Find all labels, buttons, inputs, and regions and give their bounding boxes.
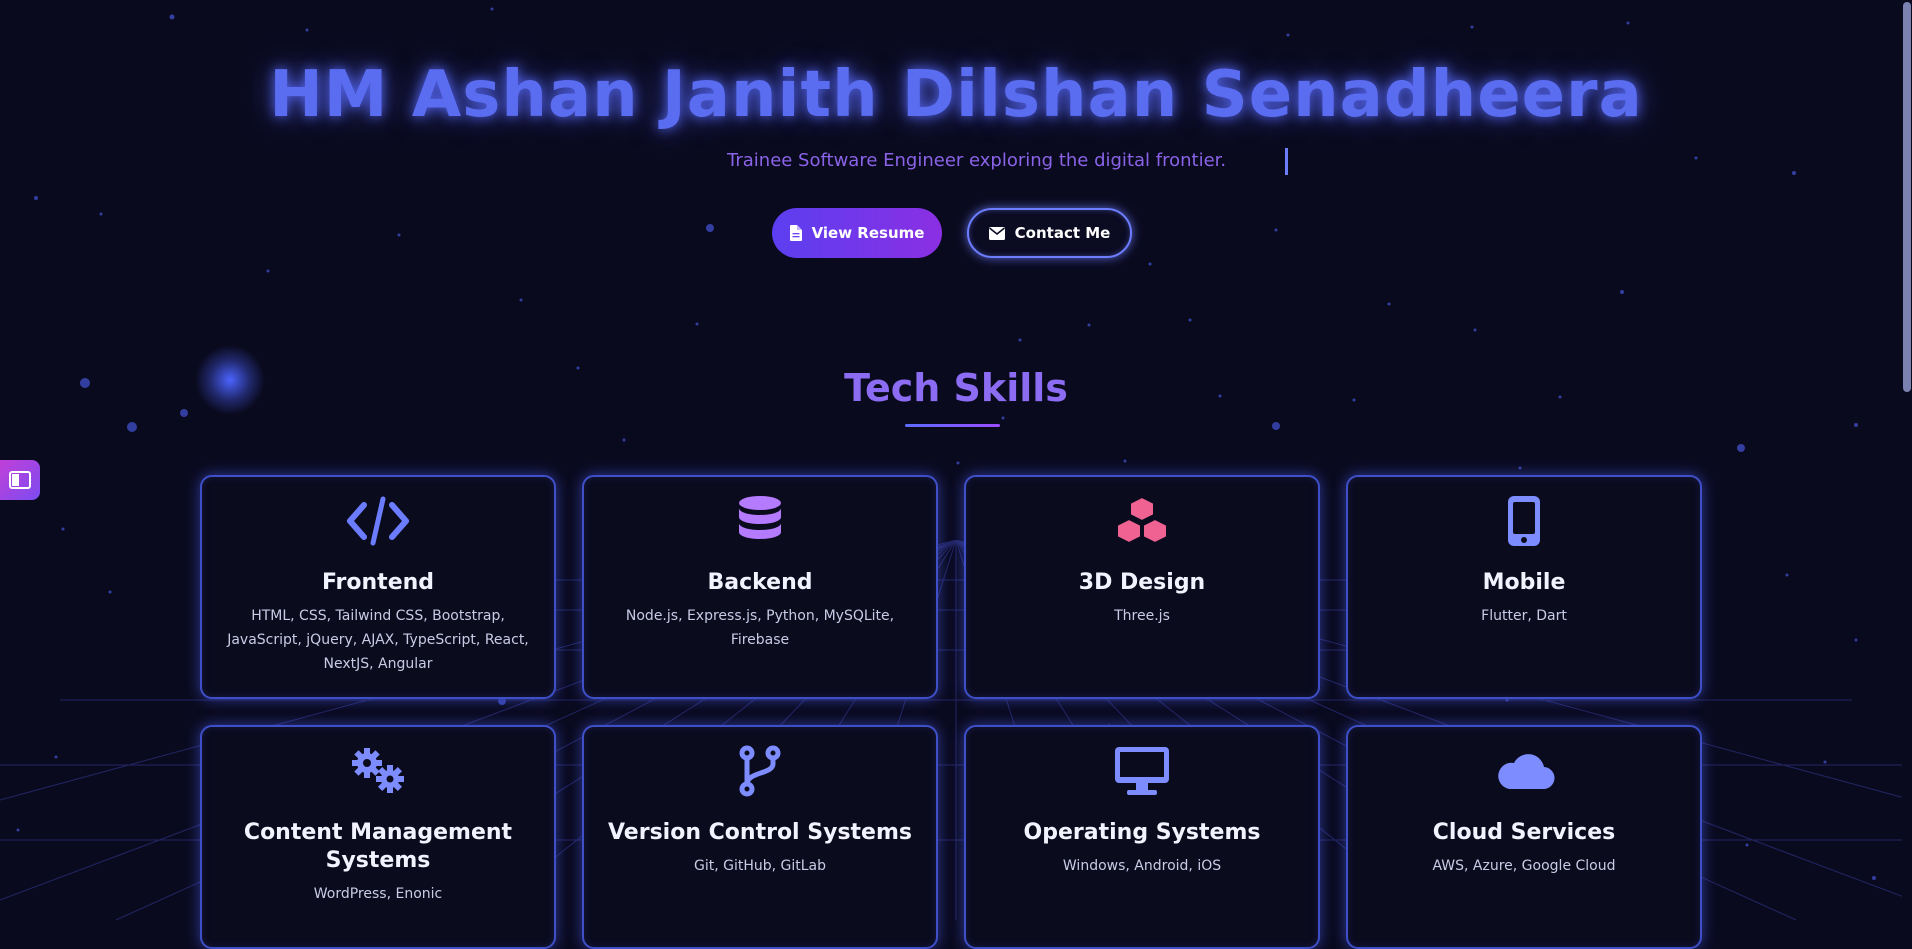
view-resume-label: View Resume — [811, 224, 925, 242]
skill-card-title: Version Control Systems — [607, 820, 912, 845]
skill-card-text: Windows, Android, iOS — [1062, 858, 1222, 874]
desktop-icon — [966, 745, 1318, 797]
skill-card-text: Flutter, Dart — [1481, 608, 1567, 624]
skill-card-title: Operating Systems — [1023, 820, 1261, 845]
skill-card-text: Node.js, Express.js, Python, MySQLite, F… — [625, 608, 895, 648]
sidebar-toggle-button[interactable] — [0, 460, 40, 500]
skill-card-title: Content Management Systems — [243, 820, 513, 873]
skill-card-title: Backend — [707, 570, 813, 595]
cubes-icon — [966, 495, 1318, 547]
skill-card-title: Frontend — [321, 570, 435, 595]
heading-underline — [905, 424, 1000, 427]
sidebar-icon — [9, 471, 31, 489]
skill-card-title: Cloud Services — [1432, 820, 1616, 845]
file-icon — [789, 225, 802, 241]
skill-card-backend[interactable]: Backend Node.js, Express.js, Python, MyS… — [582, 475, 938, 699]
envelope-icon — [988, 226, 1005, 240]
skill-card-text: Git, GitHub, GitLab — [693, 858, 827, 874]
tech-skills-heading: Tech Skills — [844, 366, 1068, 410]
mobile-icon — [1348, 495, 1700, 547]
skill-card-version-control[interactable]: Version Control Systems Git, GitHub, Git… — [582, 725, 938, 949]
page-scrollbar[interactable] — [1902, 0, 1912, 920]
code-icon — [202, 495, 554, 547]
skill-card-mobile[interactable]: Mobile Flutter, Dart — [1346, 475, 1702, 699]
contact-me-label: Contact Me — [1014, 224, 1111, 242]
skill-card-title: 3D Design — [1078, 570, 1206, 595]
database-icon — [584, 495, 936, 547]
skill-card-text: WordPress, Enonic — [313, 886, 443, 902]
code-branch-icon — [584, 745, 936, 797]
typing-caret — [1285, 148, 1288, 175]
skill-card-title: Mobile — [1482, 570, 1566, 595]
gears-icon — [202, 745, 554, 797]
skill-card-3d-design[interactable]: 3D Design Three.js — [964, 475, 1320, 699]
skill-card-operating-systems[interactable]: Operating Systems Windows, Android, iOS — [964, 725, 1320, 949]
contact-me-button[interactable]: Contact Me — [967, 208, 1132, 258]
view-resume-button[interactable]: View Resume — [772, 208, 942, 258]
hero-subtitle: Trainee Software Engineer exploring the … — [727, 150, 1227, 171]
skill-card-text: AWS, Azure, Google Cloud — [1432, 858, 1616, 874]
cloud-icon — [1348, 745, 1700, 797]
skill-card-text: HTML, CSS, Tailwind CSS, Bootstrap, Java… — [227, 608, 529, 672]
scrollbar-thumb[interactable] — [1903, 2, 1911, 392]
skill-card-text: Three.js — [1114, 608, 1170, 624]
skill-card-frontend[interactable]: Frontend HTML, CSS, Tailwind CSS, Bootst… — [200, 475, 556, 699]
hero-title: HM Ashan Janith Dilshan Senadheera — [269, 58, 1643, 132]
skill-card-cloud-services[interactable]: Cloud Services AWS, Azure, Google Cloud — [1346, 725, 1702, 949]
skill-card-cms[interactable]: Content Management Systems WordPress, En… — [200, 725, 556, 949]
